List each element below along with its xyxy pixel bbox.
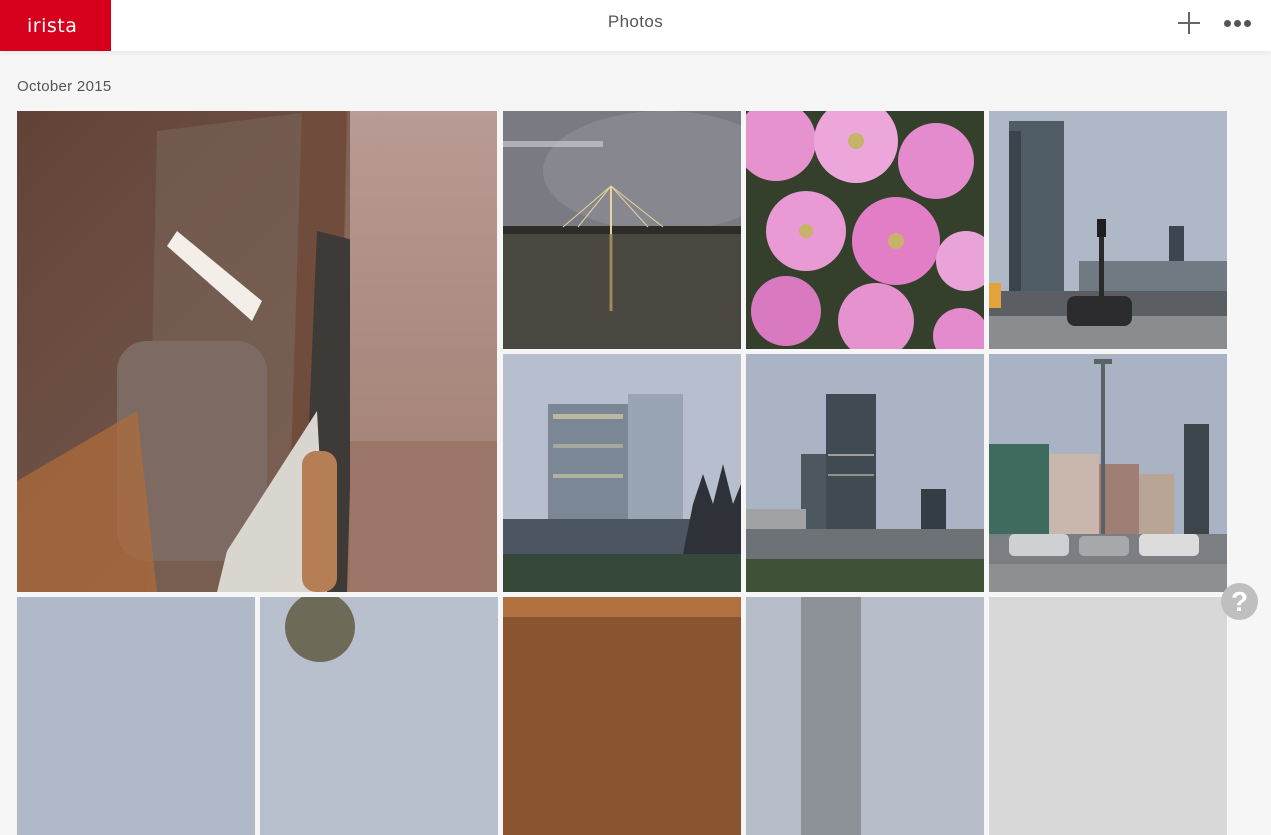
photo-pink-flowers[interactable]	[746, 111, 984, 349]
dot-icon	[1233, 19, 1241, 27]
add-button[interactable]	[1174, 8, 1204, 38]
photo-grid	[17, 111, 1237, 835]
more-options-button[interactable]	[1220, 15, 1254, 31]
dot-icon	[1223, 19, 1231, 27]
photo-row3-1[interactable]	[17, 597, 255, 835]
help-button[interactable]: ?	[1221, 583, 1258, 620]
photo-skyscraper-traffic[interactable]	[989, 111, 1227, 349]
photo-twin-skyscrapers[interactable]	[746, 354, 984, 592]
photo-street-cars[interactable]	[989, 354, 1227, 592]
photo-row3-4[interactable]	[746, 597, 984, 835]
photo-bridge-night[interactable]	[503, 111, 741, 349]
photo-train-interior[interactable]	[17, 111, 497, 592]
photo-row3-3[interactable]	[503, 597, 741, 835]
dot-icon	[1243, 19, 1251, 27]
photo-row3-5[interactable]	[989, 597, 1227, 835]
page-title: Photos	[607, 12, 664, 31]
photo-row3-2[interactable]	[260, 597, 498, 835]
top-bar: irista Photos	[0, 0, 1271, 51]
section-date-title: October 2015	[17, 78, 112, 95]
photo-glass-tower[interactable]	[503, 354, 741, 592]
